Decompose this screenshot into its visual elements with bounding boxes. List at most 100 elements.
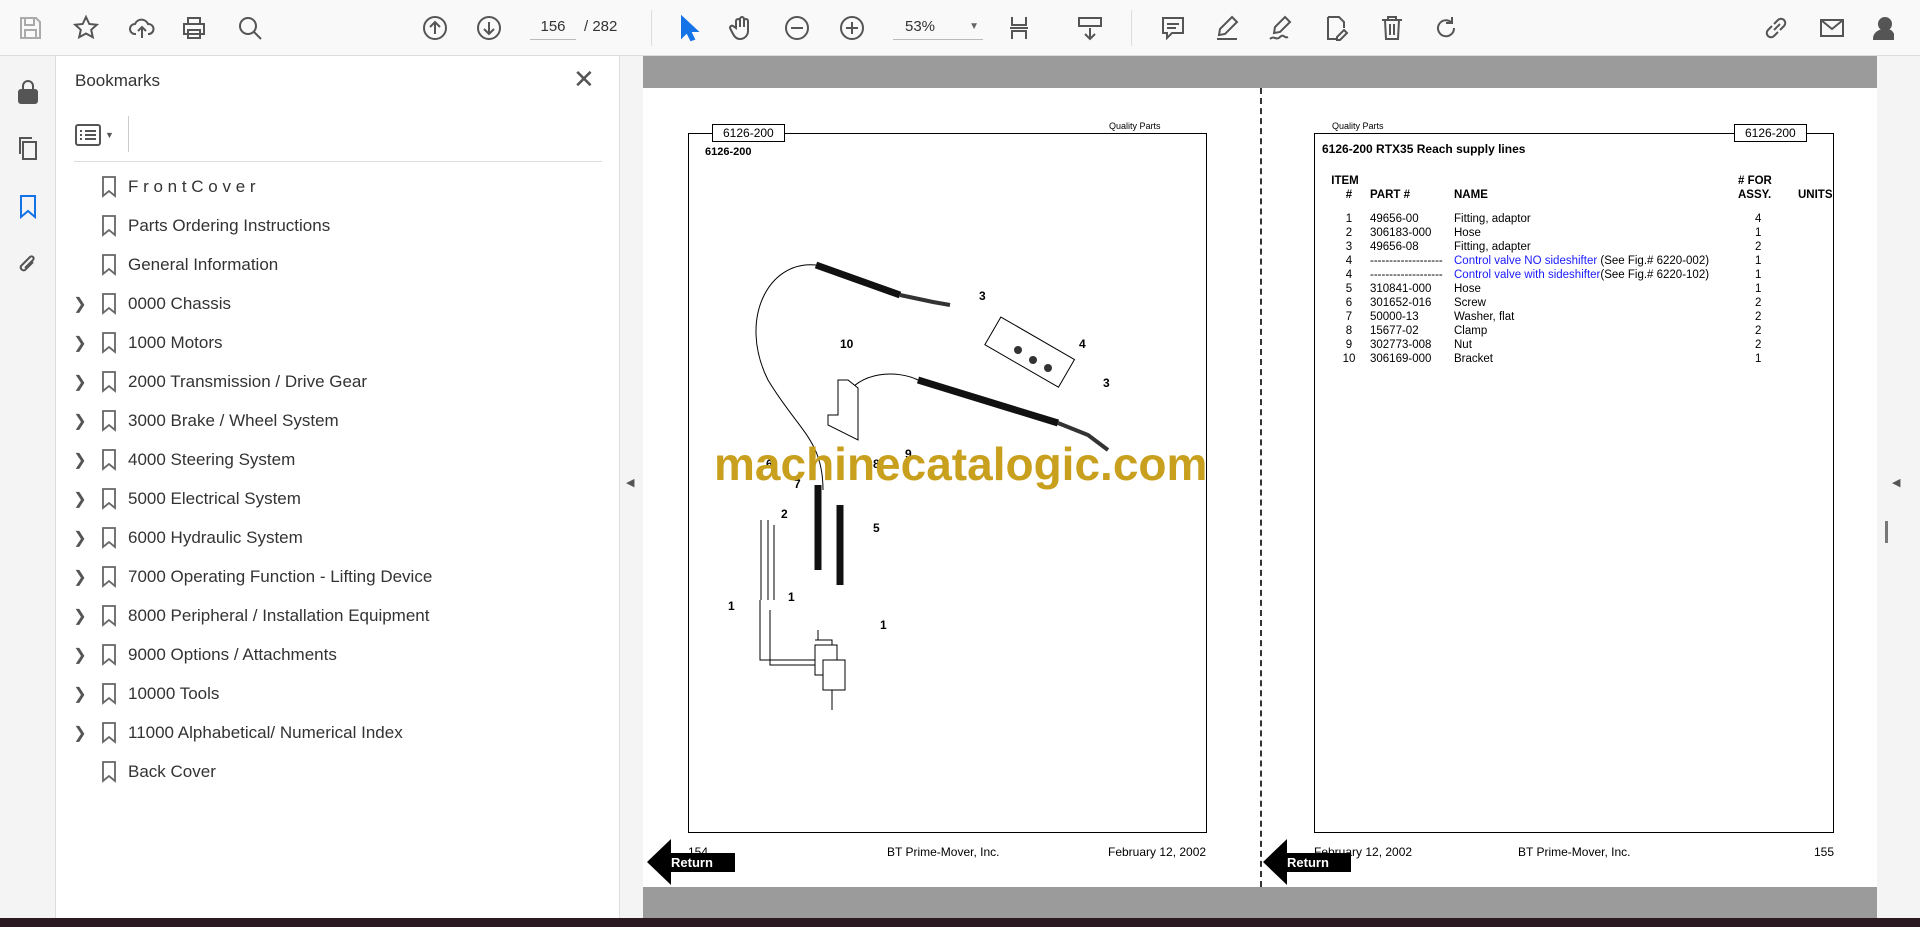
item-number: 9 <box>1345 339 1353 351</box>
bookmark-item[interactable]: ❯ 3000 Brake / Wheel System <box>66 404 596 438</box>
bookmark-icon <box>94 527 124 549</box>
rotate-icon[interactable] <box>1430 12 1462 44</box>
table-row[interactable]: 4 ------------------- Control valve with… <box>1320 268 1833 282</box>
clamp <box>822 659 846 691</box>
bookmark-panel-icon[interactable] <box>12 190 44 222</box>
bookmark-item[interactable]: ❯ 7000 Operating Function - Lifting Devi… <box>66 560 596 594</box>
bookmark-item[interactable]: Back Cover <box>66 755 596 789</box>
pages-thumbnail-icon[interactable] <box>12 132 44 164</box>
part-number: 49656-00 <box>1370 213 1419 225</box>
upload-icon[interactable] <box>126 12 158 44</box>
zoom-in-icon[interactable] <box>836 12 868 44</box>
zoom-select[interactable]: 53% ▼ <box>893 14 983 40</box>
part-name-link[interactable]: Control valve NO sideshifter <box>1454 255 1597 267</box>
svg-text:2: 2 <box>781 507 788 521</box>
chevron-right-icon[interactable]: ❯ <box>66 567 94 587</box>
bookmark-icon <box>94 371 124 393</box>
company-name: BT Prime-Mover, Inc. <box>1518 845 1631 859</box>
chevron-right-icon[interactable]: ❯ <box>66 450 94 470</box>
bookmark-icon <box>94 761 124 783</box>
return-label: Return <box>1285 852 1351 872</box>
star-icon[interactable] <box>70 12 102 44</box>
chevron-right-icon[interactable]: ❯ <box>66 411 94 431</box>
print-icon[interactable] <box>178 12 210 44</box>
zoom-out-icon[interactable] <box>781 12 813 44</box>
item-number: 8 <box>1345 325 1353 337</box>
right-panel-toggle[interactable]: ◀ <box>1877 56 1920 920</box>
bookmark-item[interactable]: ❯ 9000 Options / Attachments <box>66 638 596 672</box>
bookmark-item[interactable]: ❯ 2000 Transmission / Drive Gear <box>66 365 596 399</box>
bookmark-item[interactable]: ❯ 1000 Motors <box>66 326 596 360</box>
bookmark-item[interactable]: Parts Ordering Instructions <box>66 209 596 243</box>
svg-text:1: 1 <box>880 618 887 632</box>
col-part: PART # <box>1370 189 1411 201</box>
part-name-link[interactable]: Control valve with sideshifter <box>1454 269 1600 281</box>
scrollbar-thumb[interactable] <box>1885 521 1888 543</box>
table-row[interactable]: 4 ------------------- Control valve NO s… <box>1320 254 1833 268</box>
bookmark-item[interactable]: ❯ 6000 Hydraulic System <box>66 521 596 555</box>
bookmark-item[interactable]: ❯ 0000 Chassis <box>66 287 596 321</box>
chevron-right-icon[interactable]: ❯ <box>66 684 94 704</box>
bookmark-label: 9000 Options / Attachments <box>128 645 337 664</box>
share-link-icon[interactable] <box>1760 12 1792 44</box>
bookmark-item[interactable]: ❯ 8000 Peripheral / Installation Equipme… <box>66 599 596 633</box>
edit-pdf-icon[interactable] <box>1320 12 1352 44</box>
toolbar-divider <box>651 10 652 46</box>
email-icon[interactable] <box>1816 12 1848 44</box>
chevron-right-icon[interactable]: ❯ <box>66 489 94 509</box>
lock-icon[interactable] <box>12 76 44 108</box>
svg-text:3: 3 <box>979 289 986 303</box>
save-icon[interactable] <box>14 12 46 44</box>
page-number-input[interactable]: 156 <box>530 14 576 40</box>
left-rail <box>0 56 56 920</box>
bookmark-item[interactable]: ❯ 5000 Electrical System <box>66 482 596 516</box>
account-icon[interactable] <box>1870 12 1902 44</box>
table-row: 3 49656-08 Fitting, adapter 2 <box>1320 240 1833 254</box>
scroll-mode-icon[interactable] <box>1074 12 1106 44</box>
page-down-icon[interactable] <box>473 12 505 44</box>
part-name: Screw <box>1454 297 1486 309</box>
sign-icon[interactable] <box>1265 12 1297 44</box>
attachment-icon[interactable] <box>12 248 44 280</box>
page-total: / 282 <box>584 18 618 35</box>
page-date: February 12, 2002 <box>1108 845 1207 859</box>
col-assy: # FOR <box>1738 175 1772 187</box>
bookmark-options-button[interactable]: ▼ <box>75 120 123 150</box>
taskbar-edge <box>0 918 1920 927</box>
bookmark-item[interactable]: F r o n t C o v e r <box>66 170 596 204</box>
bookmark-label: 3000 Brake / Wheel System <box>128 411 339 430</box>
control-valve <box>984 316 1076 388</box>
chevron-right-icon[interactable]: ❯ <box>66 606 94 626</box>
bookmark-item[interactable]: ❯ 4000 Steering System <box>66 443 596 477</box>
bookmark-icon <box>94 176 124 198</box>
part-name: Washer, flat <box>1454 311 1515 323</box>
return-button[interactable]: Return <box>647 839 735 885</box>
highlight-icon[interactable] <box>1211 12 1243 44</box>
arrow-left-icon <box>647 839 671 885</box>
comment-icon[interactable] <box>1157 12 1189 44</box>
chevron-right-icon[interactable]: ❯ <box>66 333 94 353</box>
hand-icon[interactable] <box>726 12 758 44</box>
item-number: 7 <box>1345 311 1353 323</box>
bookmark-item[interactable]: ❯ 11000 Alphabetical/ Numerical Index <box>66 716 596 750</box>
chevron-right-icon[interactable]: ❯ <box>66 528 94 548</box>
bookmark-item[interactable]: ❯ 10000 Tools <box>66 677 596 711</box>
chevron-right-icon[interactable]: ❯ <box>66 723 94 743</box>
find-icon[interactable] <box>234 12 266 44</box>
chevron-right-icon[interactable]: ❯ <box>66 372 94 392</box>
page-up-icon[interactable] <box>419 12 451 44</box>
quantity: 1 <box>1755 353 1762 365</box>
page-fit-icon[interactable] <box>1004 12 1036 44</box>
chevron-right-icon[interactable]: ❯ <box>66 645 94 665</box>
bookmark-item[interactable]: General Information <box>66 248 596 282</box>
close-icon[interactable]: ✕ <box>573 64 595 95</box>
collapse-panel-handle[interactable]: ◀ <box>620 56 643 920</box>
part-number: 301652-016 <box>1370 297 1432 309</box>
item-number: 5 <box>1345 283 1353 295</box>
return-button[interactable]: Return <box>1263 839 1351 885</box>
select-cursor-icon[interactable] <box>672 12 704 44</box>
page-title: 6126-200 RTX35 Reach supply lines <box>1322 142 1526 156</box>
chevron-right-icon[interactable]: ❯ <box>66 294 94 314</box>
chevron-left-icon: ◀ <box>626 477 635 489</box>
delete-icon[interactable] <box>1376 12 1408 44</box>
